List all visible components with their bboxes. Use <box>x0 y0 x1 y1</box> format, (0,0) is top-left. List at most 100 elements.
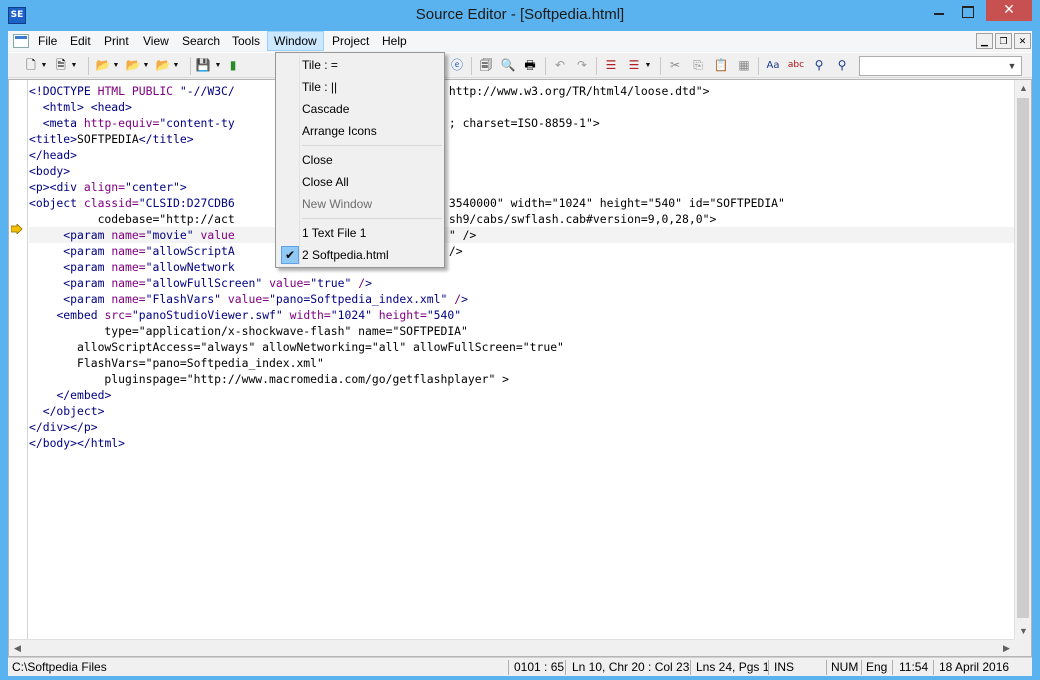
code-line[interactable]: allowScriptAccess="always" allowNetworki… <box>29 339 1014 355</box>
code-line[interactable]: <title>SOFTPEDIA</title> <box>29 131 1014 147</box>
code-line[interactable]: <!DOCTYPE HTML PUBLIC "-//W3C/ http://ww… <box>29 83 1014 99</box>
code-line[interactable]: <param name="allowNetwork <box>29 259 1014 275</box>
chevron-down-icon[interactable]: ▼ <box>172 57 180 74</box>
menu-item-new-window[interactable]: New Window <box>278 193 442 215</box>
menu-tools[interactable]: Tools <box>226 31 266 51</box>
menu-item-cascade[interactable]: Cascade <box>278 98 442 120</box>
chevron-down-icon[interactable]: ▼ <box>214 57 222 74</box>
menu-view[interactable]: View <box>137 31 175 51</box>
chevron-down-icon[interactable]: ▼ <box>70 57 78 74</box>
status-separator <box>690 660 691 675</box>
code-line[interactable]: <html> <head> <box>29 99 1014 115</box>
menu-item-tile-vertical[interactable]: Tile : || <box>278 76 442 98</box>
code-line[interactable]: <object classid="CLSID:D27CDB6 3540000" … <box>29 195 1014 211</box>
paste-icon[interactable]: 📋 <box>712 57 730 74</box>
code-line[interactable]: codebase="http://act sh9/cabs/swflash.ca… <box>29 211 1014 227</box>
outdent-icon[interactable]: ☰ <box>625 57 643 74</box>
code-editor[interactable]: <!DOCTYPE HTML PUBLIC "-//W3C/ http://ww… <box>8 79 1032 657</box>
minimize-button[interactable] <box>925 0 953 21</box>
print-icon[interactable]: 🖶 <box>521 57 539 74</box>
copy-icon[interactable]: ⎘ <box>689 57 707 74</box>
menu-project[interactable]: Project <box>326 31 375 51</box>
scroll-right-icon[interactable]: ▶ <box>998 640 1015 657</box>
menu-search[interactable]: Search <box>176 31 226 51</box>
menu-window[interactable]: Window <box>267 31 324 51</box>
code-line[interactable]: <param name="movie" value " /> <box>29 227 1014 243</box>
menu-print[interactable]: Print <box>98 31 135 51</box>
open-project-icon[interactable]: 📂 <box>124 57 142 74</box>
code-line[interactable]: <param name="allowScriptA /> <box>29 243 1014 259</box>
menu-item-close-all[interactable]: Close All <box>278 171 442 193</box>
page-icon[interactable]: 🗐 <box>477 57 495 74</box>
menu-item-text-file-1[interactable]: 1 Text File 1 <box>278 222 442 244</box>
spellcheck-icon[interactable]: abc <box>787 57 805 74</box>
code-line[interactable]: <embed src="panoStudioViewer.swf" width=… <box>29 307 1014 323</box>
code-line[interactable]: type="application/x-shockwave-flash" nam… <box>29 323 1014 339</box>
print-preview-icon[interactable]: 🔍 <box>499 57 517 74</box>
chevron-down-icon[interactable]: ▼ <box>40 57 48 74</box>
status-offset: 0101 : 65 <box>514 660 565 674</box>
save-all-icon[interactable]: ▮ <box>224 57 242 74</box>
chevron-down-icon[interactable]: ▼ <box>644 57 652 74</box>
toolbar-separator <box>596 57 597 75</box>
code-content[interactable]: <!DOCTYPE HTML PUBLIC "-//W3C/ http://ww… <box>29 83 1014 451</box>
chevron-down-icon[interactable]: ▼ <box>1005 58 1019 74</box>
recent-folder-icon[interactable]: 📂 <box>154 57 172 74</box>
menu-file[interactable]: File <box>32 31 63 51</box>
code-line[interactable]: <param name="FlashVars" value="pano=Soft… <box>29 291 1014 307</box>
vertical-scroll-thumb[interactable] <box>1017 98 1029 618</box>
indent-icon[interactable]: ☰ <box>602 57 620 74</box>
redo-icon[interactable]: ↷ <box>573 57 591 74</box>
code-line[interactable]: <body> <box>29 163 1014 179</box>
code-line[interactable]: </object> <box>29 403 1014 419</box>
cut-icon[interactable]: ✂ <box>666 57 684 74</box>
child-minimize-button[interactable]: ▁ <box>976 33 993 49</box>
chevron-down-icon[interactable]: ▼ <box>112 57 120 74</box>
code-line[interactable]: <meta http-equiv="content-ty ; charset=I… <box>29 115 1014 131</box>
code-line[interactable]: <param name="allowFullScreen" value="tru… <box>29 275 1014 291</box>
vertical-scrollbar[interactable]: ▲ ▼ <box>1014 80 1031 640</box>
find-icon[interactable]: Aa <box>764 57 782 74</box>
horizontal-scrollbar[interactable]: ◀ ▶ <box>9 639 1015 656</box>
menu-item-tile-horizontal[interactable]: Tile : = <box>278 54 442 76</box>
browser-preview-icon[interactable]: ⓔ <box>448 57 466 74</box>
title-bar[interactable]: SE Source Editor - [Softpedia.html] ✕ <box>0 0 1040 31</box>
open-folder-icon[interactable]: 📂 <box>94 57 112 74</box>
code-line[interactable]: FlashVars="pano=Softpedia_index.xml" <box>29 355 1014 371</box>
scroll-up-icon[interactable]: ▲ <box>1015 80 1032 97</box>
document-icon[interactable] <box>13 34 29 48</box>
status-separator <box>933 660 934 675</box>
replace-icon[interactable]: ⚲ <box>833 57 851 74</box>
status-separator <box>892 660 893 675</box>
search-combo[interactable]: ▼ <box>859 56 1022 76</box>
child-restore-button[interactable]: ❐ <box>995 33 1012 49</box>
code-line[interactable]: </embed> <box>29 387 1014 403</box>
paste-special-icon[interactable]: ▦ <box>735 57 753 74</box>
new-template-icon[interactable]: 🗎 <box>52 57 70 74</box>
menu-item-arrange-icons[interactable]: Arrange Icons <box>278 120 442 142</box>
code-line[interactable]: </body></html> <box>29 435 1014 451</box>
client-area: File Edit Print View Search Tools Window… <box>8 31 1032 676</box>
maximize-button[interactable] <box>953 0 981 21</box>
menu-item-softpedia-html[interactable]: ✔ 2 Softpedia.html <box>278 244 442 266</box>
find-next-icon[interactable]: ⚲ <box>810 57 828 74</box>
editor-gutter[interactable] <box>9 80 28 640</box>
menu-help[interactable]: Help <box>376 31 413 51</box>
code-line[interactable]: pluginspage="http://www.macromedia.com/g… <box>29 371 1014 387</box>
new-file-icon[interactable]: 🗋 <box>22 57 40 74</box>
toolbar: 🗋 ▼ 🗎 ▼ 📂 ▼ 📂 ▼ 📂 ▼ 💾 ▼ ▮ ⓔ 🗐 🔍 🖶 ↶ ↷ ☰ <box>8 52 1032 78</box>
menu-edit[interactable]: Edit <box>64 31 97 51</box>
child-close-button[interactable]: ✕ <box>1014 33 1031 49</box>
menu-item-close[interactable]: Close <box>278 149 442 171</box>
scroll-down-icon[interactable]: ▼ <box>1015 623 1032 640</box>
scroll-left-icon[interactable]: ◀ <box>9 640 26 657</box>
menu-separator <box>302 145 442 146</box>
code-line[interactable]: </div></p> <box>29 419 1014 435</box>
close-button[interactable]: ✕ <box>986 0 1032 21</box>
undo-icon[interactable]: ↶ <box>551 57 569 74</box>
code-line[interactable]: <p><div align="center"> <box>29 179 1014 195</box>
chevron-down-icon[interactable]: ▼ <box>142 57 150 74</box>
save-icon[interactable]: 💾 <box>194 57 212 74</box>
code-line[interactable]: </head> <box>29 147 1014 163</box>
current-line-arrow-icon <box>11 224 23 234</box>
